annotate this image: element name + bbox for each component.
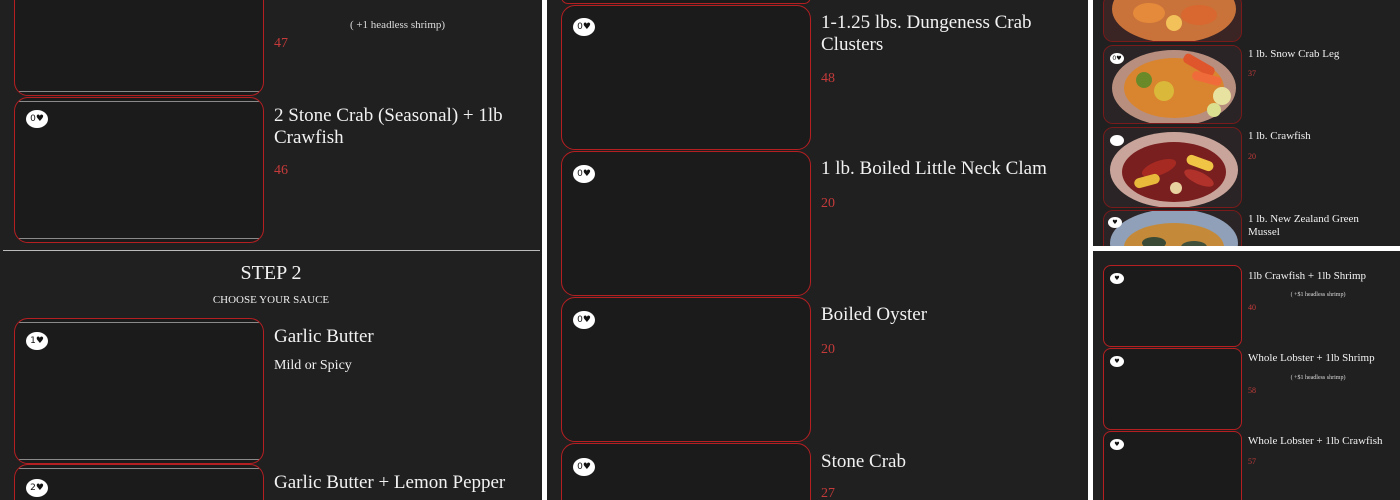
like-badge[interactable]: 0♥ xyxy=(573,458,595,476)
item-name: 1 lb. Snow Crab Leg xyxy=(1248,48,1340,60)
food-photo[interactable] xyxy=(1103,0,1242,42)
food-photo[interactable]: ♥ xyxy=(1103,210,1242,246)
sauce-name: Garlic Butter xyxy=(274,326,374,347)
item-note: ( +$1 headless shrimp) xyxy=(1290,292,1346,298)
sauce-description: Mild or Spicy xyxy=(274,358,352,373)
item-name: 1 lb. Boiled Little Neck Clam xyxy=(821,158,1047,179)
sauce-image-frame[interactable]: 2♥ xyxy=(14,464,264,500)
item-price: 48 xyxy=(821,71,835,86)
item-image-frame[interactable]: 0♥ xyxy=(14,97,264,243)
item-price: 47 xyxy=(274,36,288,51)
item-price: 27 xyxy=(821,486,835,500)
item-image-frame[interactable]: 0♥ xyxy=(561,151,811,296)
item-name: Stone Crab xyxy=(821,451,906,472)
sauce-image-frame[interactable]: 1♥ xyxy=(14,318,264,464)
like-badge[interactable]: 1♥ xyxy=(26,332,48,350)
item-price: 20 xyxy=(821,342,835,357)
item-image-frame[interactable]: ♥ xyxy=(1103,265,1242,347)
menu-panel-seafood: 0♥ 1-1.25 lbs. Dungeness Crab Clusters 4… xyxy=(547,0,1088,500)
food-photo[interactable]: 0♥ xyxy=(1103,45,1242,124)
menu-panel-photos: 0♥ 1 lb. Snow Crab Leg 37 1 lb. Crawfish… xyxy=(1093,0,1400,246)
like-badge[interactable]: ♥ xyxy=(1110,356,1124,367)
like-badge[interactable]: ♥ xyxy=(1110,439,1124,450)
menu-panel-step-1: ( +1 headless shrimp) 47 0♥ 2 Stone Crab… xyxy=(0,0,542,500)
like-badge[interactable]: 0♥ xyxy=(573,165,595,183)
item-name: 1-1.25 lbs. Dungeness Crab Clusters xyxy=(821,12,1032,55)
item-price: 40 xyxy=(1248,303,1256,312)
step-title: STEP 2 xyxy=(240,262,302,284)
item-name: 2 Stone Crab (Seasonal) + 1lb Crawfish xyxy=(274,105,503,148)
like-badge[interactable]: 0♥ xyxy=(573,18,595,36)
item-name: 1 lb. New Zealand Green Mussel xyxy=(1248,213,1359,238)
item-price: 20 xyxy=(821,196,835,211)
item-image-frame[interactable]: 0♥ xyxy=(561,297,811,442)
item-name: Whole Lobster + 1lb Shrimp xyxy=(1248,352,1375,364)
item-price: 20 xyxy=(1248,152,1256,161)
item-price: 58 xyxy=(1248,386,1256,395)
item-note: ( +1 headless shrimp) xyxy=(349,19,446,31)
like-badge[interactable]: ♥ xyxy=(1110,273,1124,284)
like-badge[interactable]: ♥ xyxy=(1108,217,1122,228)
section-divider xyxy=(3,250,540,251)
like-badge[interactable] xyxy=(1110,135,1124,146)
sauce-name: Garlic Butter + Lemon Pepper xyxy=(274,472,506,493)
item-name: 1lb Crawfish + 1lb Shrimp xyxy=(1248,270,1367,282)
item-image-frame[interactable] xyxy=(14,0,264,96)
like-badge[interactable]: 0♥ xyxy=(573,311,595,329)
food-photo[interactable] xyxy=(1103,127,1242,208)
like-badge[interactable]: 0♥ xyxy=(1110,53,1124,64)
item-image-frame[interactable]: 0♥ xyxy=(561,5,811,150)
item-name: Whole Lobster + 1lb Crawfish xyxy=(1248,435,1383,447)
menu-panel-combos: ♥ 1lb Crawfish + 1lb Shrimp ( +$1 headle… xyxy=(1093,251,1400,500)
item-price: 57 xyxy=(1248,457,1256,466)
item-price: 37 xyxy=(1248,69,1256,78)
item-image-frame[interactable] xyxy=(561,0,811,4)
item-note: ( +$1 headless shrimp) xyxy=(1290,375,1346,381)
like-badge[interactable]: 0♥ xyxy=(26,110,48,128)
item-image-frame[interactable]: ♥ xyxy=(1103,348,1242,430)
step-subtitle: CHOOSE YOUR SAUCE xyxy=(212,294,330,306)
like-badge[interactable]: 2♥ xyxy=(26,479,48,497)
item-image-frame[interactable]: 0♥ xyxy=(561,443,811,500)
item-image-frame[interactable]: ♥ xyxy=(1103,431,1242,500)
item-name: Boiled Oyster xyxy=(821,304,928,325)
item-price: 46 xyxy=(274,163,288,178)
item-name: 1 lb. Crawfish xyxy=(1248,130,1311,142)
